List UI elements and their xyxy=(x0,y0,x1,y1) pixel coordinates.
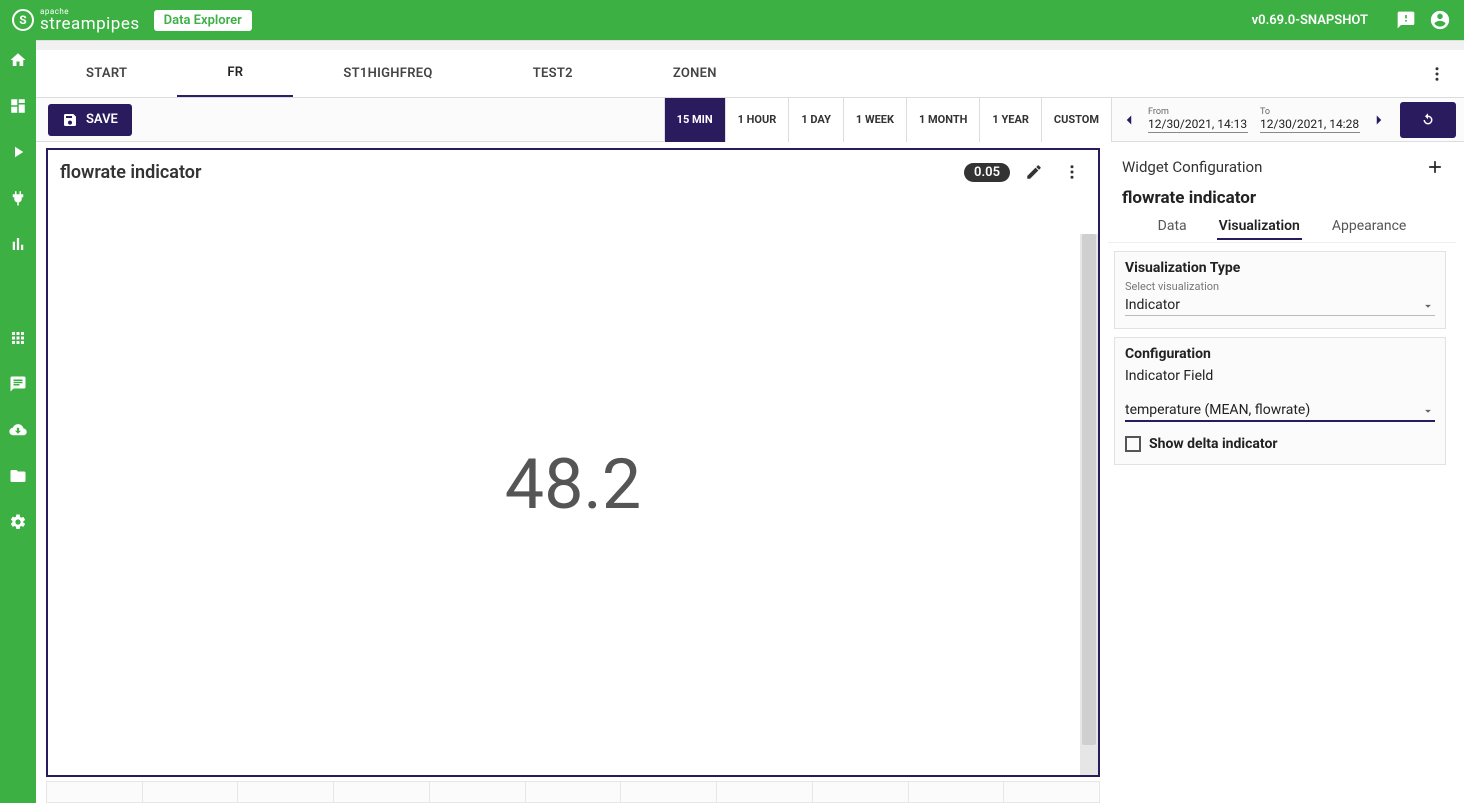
delta-checkbox-label: Show delta indicator xyxy=(1149,436,1278,452)
brand-logo: S apache streampipes xyxy=(12,8,140,33)
tab-st1highfreq[interactable]: ST1HIGHFREQ xyxy=(293,50,482,97)
config-box-title: Configuration xyxy=(1125,346,1435,362)
range-15min[interactable]: 15 MIN xyxy=(664,98,725,142)
date-prev-icon[interactable] xyxy=(1116,107,1142,133)
indicator-field-select[interactable]: temperature (MEAN, flowrate) xyxy=(1125,402,1435,422)
version-label: v0.69.0-SNAPSHOT xyxy=(1252,13,1368,28)
content-area: START FR ST1HIGHFREQ TEST2 ZONEN SAVE 15… xyxy=(36,40,1464,803)
date-from-field[interactable]: From 12/30/2021, 14:13 xyxy=(1148,107,1248,133)
tab-start[interactable]: START xyxy=(36,50,177,97)
date-to-label: To xyxy=(1260,107,1360,117)
views-tabs: START FR ST1HIGHFREQ TEST2 ZONEN xyxy=(36,50,1464,98)
tab-zonen[interactable]: ZONEN xyxy=(623,50,767,97)
delta-checkbox-row[interactable]: Show delta indicator xyxy=(1125,436,1435,452)
logo-mark-icon: S xyxy=(12,9,34,31)
tab-fr[interactable]: FR xyxy=(177,50,293,97)
indicator-value: 48.2 xyxy=(505,444,641,526)
chevron-down-icon xyxy=(1421,404,1435,418)
refresh-icon xyxy=(1419,111,1437,129)
nav-connect-icon[interactable] xyxy=(6,186,30,210)
refresh-button[interactable] xyxy=(1400,102,1456,138)
config-header: Widget Configuration xyxy=(1108,148,1456,186)
nav-chat-icon[interactable] xyxy=(6,372,30,396)
date-range-nav: From 12/30/2021, 14:13 To 12/30/2021, 14… xyxy=(1111,98,1396,142)
feedback-icon[interactable] xyxy=(1394,8,1418,32)
range-1year[interactable]: 1 YEAR xyxy=(979,98,1040,142)
date-next-icon[interactable] xyxy=(1366,107,1392,133)
save-button-label: SAVE xyxy=(86,112,118,127)
indicator-field-label: Indicator Field xyxy=(1125,368,1435,384)
chevron-down-icon xyxy=(1421,299,1435,313)
main-area: flowrate indicator 0.05 48.2 xyxy=(36,142,1464,803)
save-button[interactable]: SAVE xyxy=(48,104,132,136)
range-custom[interactable]: CUSTOM xyxy=(1041,98,1111,142)
viz-type-box: Visualization Type Select visualization … xyxy=(1114,251,1446,329)
account-icon[interactable] xyxy=(1428,8,1452,32)
widget-body: 48.2 xyxy=(48,194,1098,775)
range-1day[interactable]: 1 DAY xyxy=(788,98,843,142)
config-header-title: Widget Configuration xyxy=(1122,158,1262,176)
widget-title: flowrate indicator xyxy=(60,162,201,183)
nav-apps-icon[interactable] xyxy=(6,326,30,350)
toolbar: SAVE 15 MIN 1 HOUR 1 DAY 1 WEEK 1 MONTH … xyxy=(36,98,1464,142)
widget-edit-icon[interactable] xyxy=(1020,158,1048,186)
widget-more-icon[interactable] xyxy=(1058,158,1086,186)
config-tabs: Data Visualization Appearance xyxy=(1108,214,1456,243)
tabs-more-icon[interactable] xyxy=(1422,65,1452,83)
config-tab-appearance[interactable]: Appearance xyxy=(1330,214,1408,240)
date-to-field[interactable]: To 12/30/2021, 14:28 xyxy=(1260,107,1360,133)
config-widget-name: flowrate indicator xyxy=(1122,188,1442,208)
widget-card: flowrate indicator 0.05 48.2 xyxy=(46,148,1100,777)
nav-files-icon[interactable] xyxy=(6,464,30,488)
range-1hour[interactable]: 1 HOUR xyxy=(725,98,789,142)
viz-type-title: Visualization Type xyxy=(1125,260,1435,276)
config-widget-name-row: flowrate indicator xyxy=(1108,186,1456,214)
nav-data-explorer-icon[interactable] xyxy=(6,232,30,256)
brand-text: apache streampipes xyxy=(40,8,140,33)
nav-cloud-download-icon[interactable] xyxy=(6,418,30,442)
save-icon xyxy=(62,112,78,128)
config-box: Configuration Indicator Field temperatur… xyxy=(1114,337,1446,465)
top-bar: S apache streampipes Data Explorer v0.69… xyxy=(0,0,1464,40)
tab-test2[interactable]: TEST2 xyxy=(483,50,623,97)
nav-dashboard-icon[interactable] xyxy=(6,94,30,118)
nav-pipelines-icon[interactable] xyxy=(6,140,30,164)
date-from-value: 12/30/2021, 14:13 xyxy=(1148,117,1248,133)
config-tab-visualization[interactable]: Visualization xyxy=(1217,214,1302,240)
left-nav xyxy=(0,40,36,803)
viz-type-hint: Select visualization xyxy=(1125,280,1435,293)
widget-titlebar: flowrate indicator 0.05 xyxy=(48,150,1098,194)
date-to-value: 12/30/2021, 14:28 xyxy=(1260,117,1360,133)
widget-timing-badge: 0.05 xyxy=(964,163,1010,182)
nav-settings-icon[interactable] xyxy=(6,510,30,534)
nav-home-icon[interactable] xyxy=(6,48,30,72)
config-panel: Widget Configuration flowrate indicator … xyxy=(1108,148,1456,803)
widget-zone: flowrate indicator 0.05 48.2 xyxy=(46,148,1100,803)
viz-type-value: Indicator xyxy=(1125,297,1421,313)
nav-search-icon[interactable] xyxy=(6,280,30,304)
range-1week[interactable]: 1 WEEK xyxy=(843,98,906,142)
widget-scrollbar[interactable] xyxy=(1080,234,1098,775)
checkbox-icon[interactable] xyxy=(1125,436,1141,452)
indicator-field-value: temperature (MEAN, flowrate) xyxy=(1125,402,1421,418)
viz-type-select[interactable]: Indicator xyxy=(1125,297,1435,316)
range-1month[interactable]: 1 MONTH xyxy=(906,98,979,142)
brand-large: streampipes xyxy=(40,16,140,33)
timeline-grid xyxy=(46,781,1100,803)
module-chip: Data Explorer xyxy=(154,10,252,31)
add-widget-icon[interactable] xyxy=(1424,156,1446,178)
config-tab-data[interactable]: Data xyxy=(1156,214,1189,240)
date-from-label: From xyxy=(1148,107,1248,117)
